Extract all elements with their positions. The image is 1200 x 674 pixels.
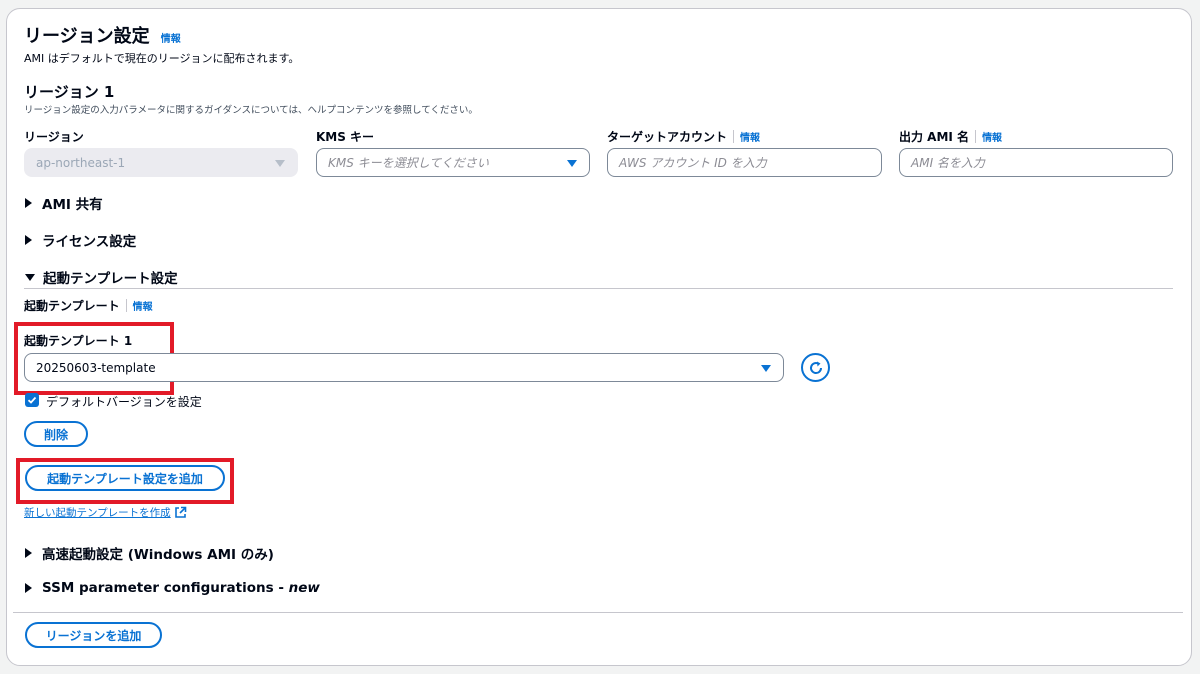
create-launch-template-link[interactable]: 新しい起動テンプレートを作成 <box>24 505 187 520</box>
target-account-label-row: ターゲットアカウント 情報 <box>607 128 760 145</box>
launch-template-select[interactable]: 20250603-template <box>24 353 784 382</box>
refresh-icon <box>809 361 822 374</box>
caret-right-icon <box>25 198 32 208</box>
region-title: リージョン 1 <box>24 83 115 101</box>
launch-template-info-link[interactable]: 情報 <box>133 302 153 313</box>
ami-sharing-toggle[interactable]: AMI 共有 <box>25 193 103 213</box>
default-version-label: デフォルトバージョンを設定 <box>46 395 202 409</box>
section-description: AMI はデフォルトで現在のリージョンに配布されます。 <box>24 52 300 65</box>
chevron-down-icon <box>761 365 771 372</box>
create-launch-template-link-label: 新しい起動テンプレートを作成 <box>24 507 171 519</box>
fast-launch-label: 高速起動設定 (Windows AMI のみ) <box>42 547 274 563</box>
divider <box>975 130 977 143</box>
external-link-icon <box>174 506 186 518</box>
target-account-label: ターゲットアカウント <box>607 130 728 144</box>
add-region-button[interactable]: リージョンを追加 <box>25 622 162 648</box>
ssm-parameter-toggle[interactable]: SSM parameter configurations - new <box>25 580 320 596</box>
kms-key-label: KMS キー <box>316 130 375 144</box>
caret-right-icon <box>25 235 32 245</box>
divider <box>13 612 1183 613</box>
kms-key-select[interactable]: KMS キーを選択してください <box>316 148 590 177</box>
output-ami-info-link[interactable]: 情報 <box>982 133 1002 144</box>
target-account-input[interactable]: AWS アカウント ID を入力 <box>607 148 882 177</box>
default-version-checkbox[interactable] <box>25 393 39 407</box>
launch-template-label-row: 起動テンプレート 情報 <box>24 297 153 314</box>
divider <box>733 130 735 143</box>
output-ami-label-row: 出力 AMI 名 情報 <box>899 128 1002 145</box>
output-ami-label: 出力 AMI 名 <box>899 130 970 144</box>
output-ami-input[interactable]: AMI 名を入力 <box>899 148 1173 177</box>
launch-template-select-value: 20250603-template <box>36 360 156 375</box>
target-account-placeholder: AWS アカウント ID を入力 <box>619 156 767 170</box>
launch-template-section-label: 起動テンプレート設定 <box>43 271 178 287</box>
section-title: リージョン設定 <box>24 26 150 47</box>
divider <box>24 288 1173 289</box>
chevron-down-icon <box>567 160 577 167</box>
caret-right-icon <box>25 548 32 558</box>
divider <box>125 299 127 312</box>
region-select: ap-northeast-1 <box>24 148 298 177</box>
target-account-info-link[interactable]: 情報 <box>740 133 760 144</box>
kms-key-placeholder: KMS キーを選択してください <box>328 156 489 170</box>
region-guidance: リージョン設定の入力パラメータに関するガイダンスについては、ヘルプコンテンツを参… <box>24 105 478 116</box>
add-launch-template-button[interactable]: 起動テンプレート設定を追加 <box>25 465 225 491</box>
launch-template-label: 起動テンプレート <box>24 299 120 313</box>
ssm-parameter-label: SSM parameter configurations - <box>42 580 289 596</box>
chevron-down-icon <box>275 160 285 167</box>
region-label: リージョン <box>24 130 84 144</box>
license-toggle[interactable]: ライセンス設定 <box>25 230 136 250</box>
license-label: ライセンス設定 <box>42 234 137 250</box>
output-ami-placeholder: AMI 名を入力 <box>911 156 985 170</box>
check-icon <box>27 396 37 404</box>
launch-template-toggle[interactable]: 起動テンプレート設定 <box>25 267 178 287</box>
caret-right-icon <box>25 583 32 593</box>
refresh-button[interactable] <box>801 353 830 382</box>
fast-launch-toggle[interactable]: 高速起動設定 (Windows AMI のみ) <box>25 543 274 563</box>
section-info-link[interactable]: 情報 <box>161 34 181 45</box>
region-settings-panel: リージョン設定 情報 AMI はデフォルトで現在のリージョンに配布されます。 リ… <box>6 8 1192 666</box>
caret-down-icon <box>25 273 35 281</box>
launch-template-1-label: 起動テンプレート 1 <box>24 334 133 348</box>
delete-button[interactable]: 削除 <box>24 421 88 447</box>
region-select-value: ap-northeast-1 <box>36 155 126 170</box>
section-header: リージョン設定 情報 <box>24 22 181 48</box>
ami-sharing-label: AMI 共有 <box>42 197 103 213</box>
ssm-new-badge: new <box>288 580 320 596</box>
